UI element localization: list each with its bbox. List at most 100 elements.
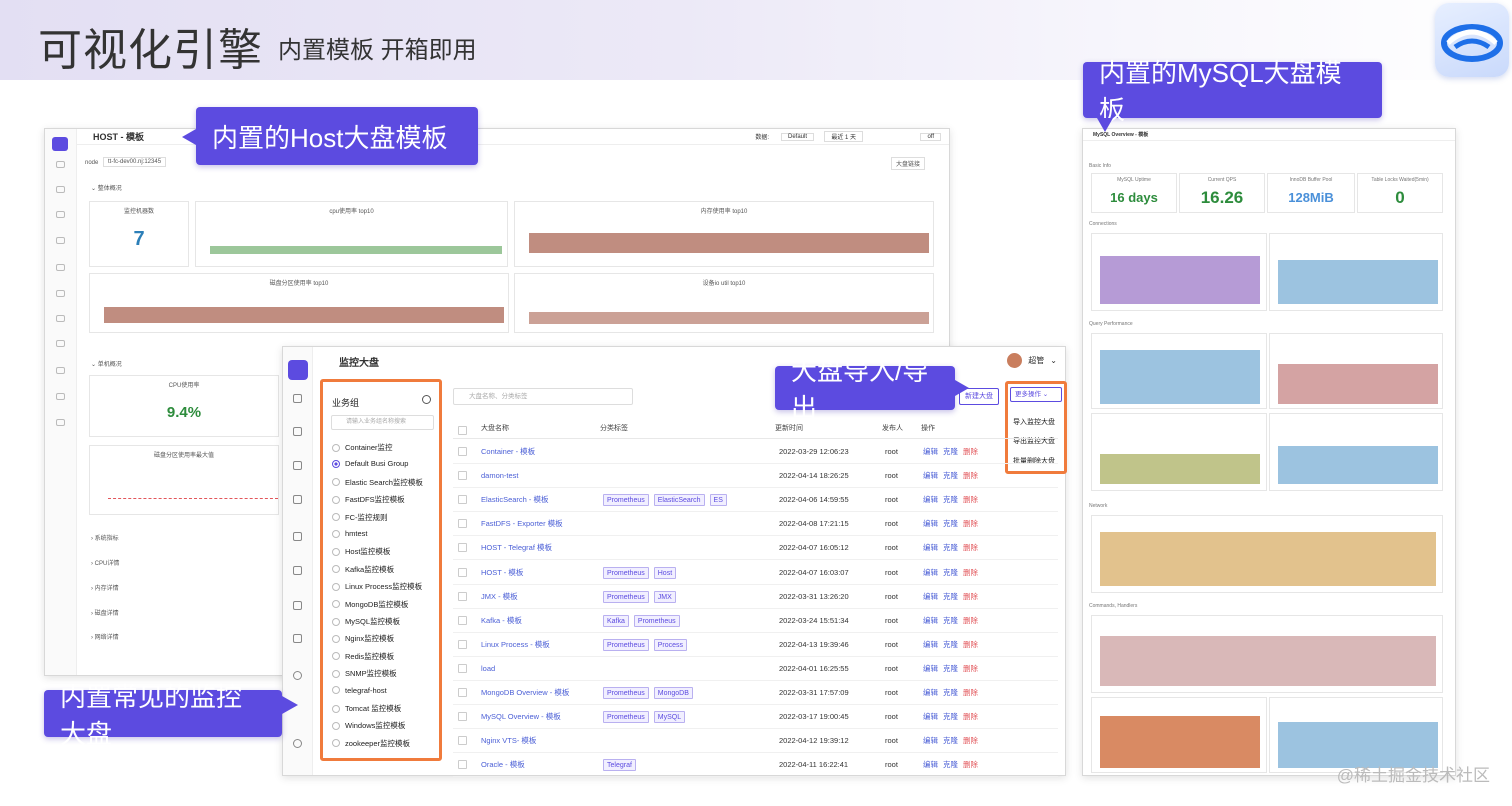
group-item[interactable]: Host监控模板 [332,546,390,557]
radio-button[interactable] [332,565,340,574]
radio-button[interactable] [332,513,340,522]
tag-badge[interactable]: MySQL [653,711,686,724]
edit-link[interactable]: 编辑 [923,760,938,769]
edit-link[interactable]: 编辑 [923,712,938,721]
collapsed-section[interactable]: › 磁盘详情 [91,608,119,617]
delete-link[interactable]: 删除 [963,543,978,552]
tag-badge[interactable]: Prometheus [603,687,649,699]
row-checkbox[interactable] [458,567,467,577]
nav-icon[interactable] [56,419,65,426]
board-name-link[interactable]: MySQL Overview - 模板 [481,705,561,729]
board-name-link[interactable]: FastDFS - Exporter 模板 [481,512,563,536]
radio-button[interactable] [332,652,340,661]
tag-badge[interactable]: Prometheus [603,566,649,579]
group-item[interactable]: Redis监控模板 [332,651,394,662]
edit-link[interactable]: 编辑 [923,568,938,577]
row-checkbox[interactable] [458,447,467,456]
row-checkbox[interactable] [458,736,467,746]
group-item[interactable]: Linux Process监控模板 [332,581,422,592]
row-checkbox[interactable] [458,760,467,770]
delete-link[interactable]: 删除 [963,519,978,528]
node-select[interactable]: tt-fc-dev00.nj:12345 [103,157,167,167]
select-all-checkbox[interactable] [458,426,467,435]
nav-icon[interactable] [293,427,302,436]
delete-link[interactable]: 删除 [963,736,978,745]
share-button[interactable]: 大盘链接 [890,157,925,170]
clone-link[interactable]: 克隆 [943,592,958,601]
delete-link[interactable]: 删除 [963,664,978,673]
clone-link[interactable]: 克隆 [943,712,958,721]
group-item[interactable]: zookeeper监控模板 [332,738,410,749]
group-item[interactable]: Tomcat 监控模板 [332,703,401,714]
board-name-link[interactable]: Nginx VTS- 模板 [481,729,536,753]
row-checkbox[interactable] [458,615,467,625]
edit-link[interactable]: 编辑 [923,664,938,673]
row-checkbox[interactable] [458,663,467,673]
nav-icon[interactable] [293,566,302,575]
tag-badge[interactable]: Prometheus [633,614,680,627]
clone-link[interactable]: 克隆 [943,664,958,673]
radio-button[interactable] [332,547,340,556]
user-menu[interactable]: 超管 ⌄ [1007,353,1057,368]
radio-button[interactable] [332,443,340,452]
nav-icon[interactable] [56,340,65,347]
nav-icon[interactable] [56,161,65,168]
nav-icon[interactable] [293,495,302,504]
time-range-select[interactable]: 最近 1 天 [824,131,863,142]
delete-link[interactable]: 删除 [963,447,978,456]
datasource-select[interactable]: Default [780,132,814,141]
clone-link[interactable]: 克隆 [943,688,958,697]
tag-badge[interactable]: ES [709,494,727,507]
delete-link[interactable]: 删除 [963,616,978,625]
nav-icon[interactable] [293,634,302,643]
collapsed-section[interactable]: › 内存详情 [91,583,119,592]
board-name-link[interactable]: HOST - Telegraf 模板 [481,536,552,560]
delete-link[interactable]: 删除 [963,760,978,769]
group-item[interactable]: Kafka监控模板 [332,564,394,575]
row-checkbox[interactable] [458,519,467,529]
delete-link[interactable]: 删除 [963,592,978,601]
refresh-select[interactable]: off [920,132,941,141]
nav-icon[interactable] [56,211,65,218]
nav-icon[interactable] [293,532,302,541]
tag-badge[interactable]: Prometheus [603,638,649,651]
group-item[interactable]: telegraf-host [332,686,387,695]
clone-link[interactable]: 克隆 [943,543,958,552]
group-item[interactable]: Windows监控模板 [332,720,405,731]
row-checkbox[interactable] [458,591,467,601]
tag-badge[interactable]: Prometheus [603,494,649,507]
tag-badge[interactable]: MongoDB [653,687,693,699]
radio-button[interactable] [332,721,340,730]
edit-link[interactable]: 编辑 [923,688,938,697]
nav-icon[interactable] [56,186,65,193]
section-overview[interactable]: ⌄ 整体概况 [91,183,122,192]
delete-link[interactable]: 删除 [963,471,978,480]
edit-link[interactable]: 编辑 [923,495,938,504]
clone-link[interactable]: 克隆 [943,471,958,480]
radio-button[interactable] [332,600,340,609]
more-actions-button[interactable]: 更多操作 ⌄ [1010,387,1062,402]
tag-badge[interactable]: JMX [653,590,676,603]
board-name-link[interactable]: HOST - 模板 [481,561,523,585]
board-name-link[interactable]: Linux Process - 模板 [481,633,550,657]
edit-link[interactable]: 编辑 [923,471,938,480]
user-nav-icon[interactable] [293,671,302,680]
group-item[interactable]: Default Busi Group [332,459,408,468]
group-item[interactable]: MySQL监控模板 [332,616,400,627]
clone-link[interactable]: 克隆 [943,447,958,456]
gear-icon[interactable] [422,395,431,404]
clone-link[interactable]: 克隆 [943,736,958,745]
tag-badge[interactable]: Prometheus [603,711,649,724]
group-item[interactable]: MongoDB监控模板 [332,599,408,610]
nav-icon[interactable] [56,393,65,400]
edit-link[interactable]: 编辑 [923,736,938,745]
radio-button[interactable] [332,582,340,591]
clone-link[interactable]: 克隆 [943,495,958,504]
radio-button[interactable] [332,617,340,626]
board-name-link[interactable]: ElasticSearch - 模板 [481,488,549,512]
group-item[interactable]: SNMP监控模板 [332,668,397,679]
tag-badge[interactable]: Telegraf [603,759,636,772]
edit-link[interactable]: 编辑 [923,447,938,456]
nav-icon[interactable] [56,315,65,322]
section-single[interactable]: ⌄ 单机概况 [91,359,122,368]
